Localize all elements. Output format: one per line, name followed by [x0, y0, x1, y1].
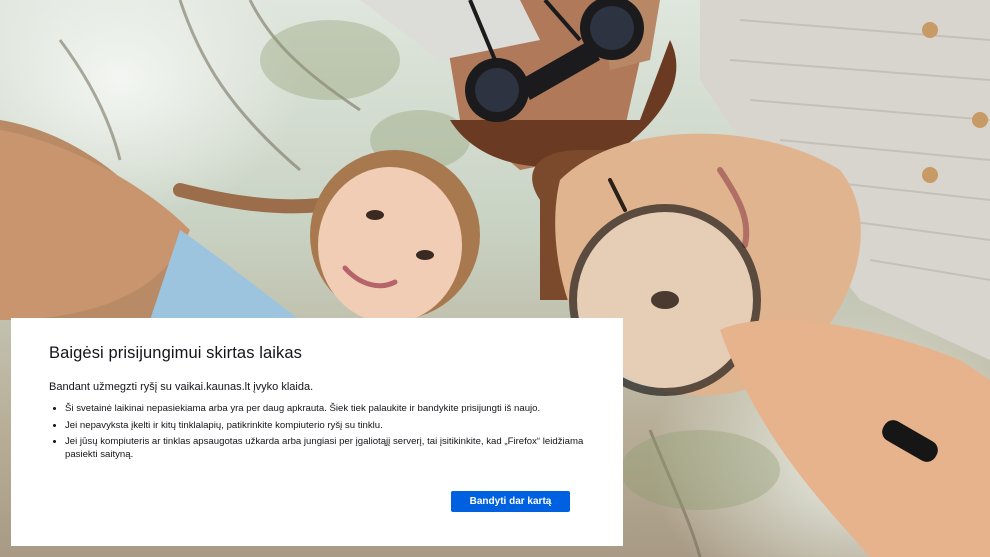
error-suggestion-item: Ši svetainė laikinai nepasiekiama arba y…	[65, 403, 585, 416]
error-suggestion-item: Jei nepavyksta įkelti ir kitų tinklalapi…	[65, 420, 585, 433]
error-dialog: Baigėsi prisijungimui skirtas laikas Ban…	[11, 318, 623, 546]
page-background: Baigėsi prisijungimui skirtas laikas Ban…	[0, 0, 990, 557]
error-title: Baigėsi prisijungimui skirtas laikas	[49, 344, 303, 362]
error-suggestion-item: Jei jūsų kompiuteris ar tinklas apsaugot…	[65, 436, 585, 461]
error-suggestions-list: Ši svetainė laikinai nepasiekiama arba y…	[49, 403, 585, 461]
error-description: Bandant užmegzti ryšį su vaikai.kaunas.l…	[49, 381, 314, 393]
retry-button[interactable]: Bandyti dar kartą	[451, 491, 570, 512]
